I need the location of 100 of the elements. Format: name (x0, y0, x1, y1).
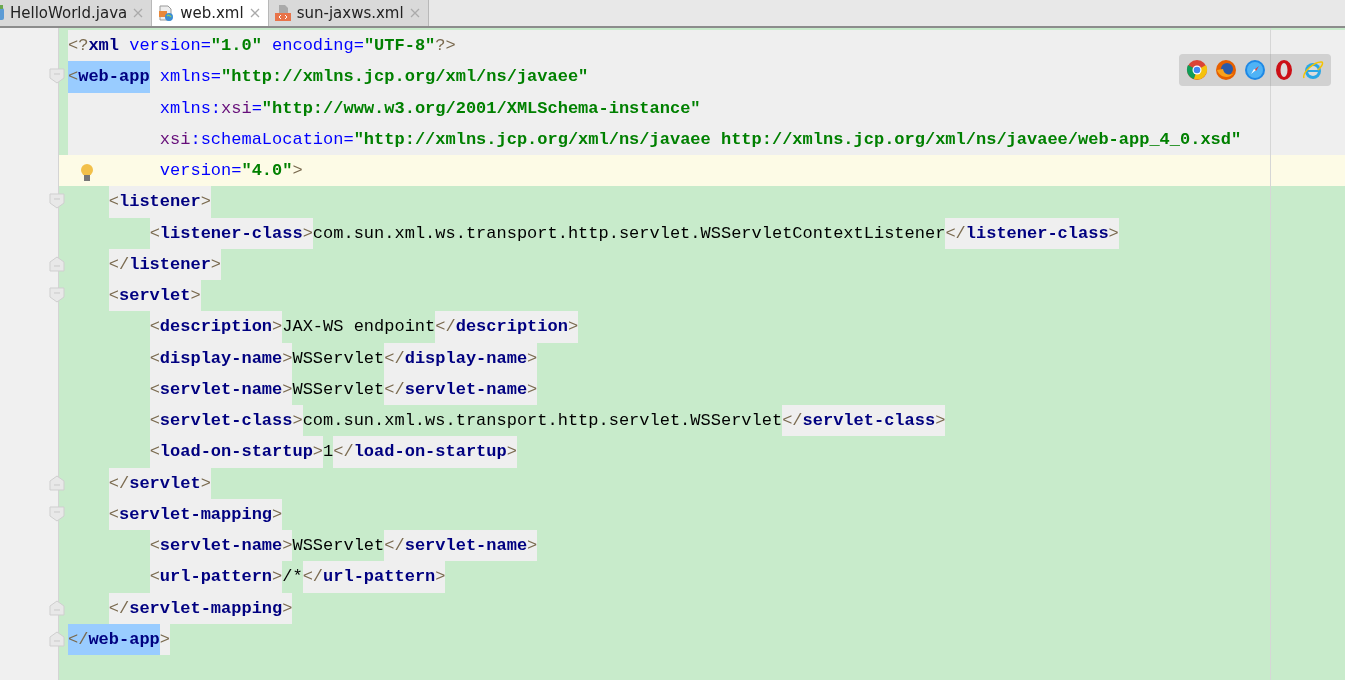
code-punctuation: > (282, 530, 293, 562)
code-punctuation: < (149, 373, 160, 405)
attribute-name: version= (128, 35, 211, 58)
code-punctuation: < (149, 311, 160, 343)
code-punctuation: > (435, 561, 446, 593)
attribute-value: "4.0" (241, 160, 293, 183)
element-text: WSServlet (292, 535, 385, 558)
tag-name: xml (88, 35, 119, 58)
code-punctuation: > (312, 436, 324, 468)
code-punctuation: > (282, 592, 293, 624)
fold-marker[interactable] (49, 68, 65, 85)
tag-name: load-on-startup (159, 436, 313, 468)
tag-name: servlet-name (404, 530, 528, 562)
tag-name: servlet-name (159, 530, 283, 562)
lightbulb-icon[interactable] (80, 163, 94, 183)
element-text: com.sun.xml.ws.transport.http.servlet.WSServletContextListener (312, 222, 946, 245)
attribute-name: xmlns: (159, 97, 222, 120)
attribute-value: "1.0" (210, 35, 262, 58)
tag-name: servlet (119, 280, 191, 312)
element-text: WSServlet (292, 378, 385, 401)
code-punctuation: > (210, 248, 222, 280)
code-punctuation: > (282, 373, 293, 405)
code-punctuation: < (68, 61, 79, 93)
tag-name: servlet-name (159, 373, 283, 405)
code-punctuation: </ (782, 405, 803, 437)
tag-name: listener-class (159, 217, 303, 249)
element-text: com.sun.xml.ws.transport.http.servlet.WSServlet (302, 410, 783, 433)
code-punctuation: > (935, 405, 946, 437)
browser-icon[interactable] (1301, 59, 1324, 81)
fold-marker[interactable] (49, 505, 65, 522)
tag-name: servlet (129, 467, 201, 499)
attribute-value: "UTF-8" (363, 35, 436, 58)
code-punctuation: > (506, 436, 517, 468)
tag-name: description (159, 311, 273, 343)
code-punctuation: </ (108, 467, 130, 499)
tag-name: web-app (88, 623, 160, 655)
attribute-value: "http://xmlns.jcp.org/xml/ns/javaee" (221, 66, 589, 89)
fold-marker[interactable] (49, 599, 65, 616)
file-code-icon (274, 5, 291, 21)
close-icon[interactable] (249, 8, 260, 18)
attribute-name: encoding= (271, 35, 364, 58)
code-punctuation: > (159, 623, 171, 655)
tag-name: servlet-mapping (119, 498, 273, 530)
close-icon[interactable] (133, 8, 144, 18)
code-punctuation: < (108, 498, 119, 530)
code-punctuation: < (149, 342, 160, 374)
tag-name: servlet-name (404, 373, 528, 405)
code-punctuation: < (108, 280, 119, 312)
code-punctuation: > (292, 405, 303, 437)
tag-name: display-name (404, 342, 528, 374)
code-punctuation: </ (302, 561, 324, 593)
editor-tab[interactable]: sun-jaxws.xml (268, 0, 429, 26)
fold-marker[interactable] (49, 255, 65, 272)
fold-marker[interactable] (49, 630, 65, 647)
close-icon[interactable] (409, 8, 420, 18)
tag-name: servlet-mapping (129, 592, 283, 624)
editor-tab[interactable]: HelloWorld.java (0, 0, 153, 26)
code-punctuation: </ (945, 217, 966, 249)
editor-tab[interactable]: web.xml (152, 0, 269, 26)
attribute-name: version= (159, 160, 242, 183)
attribute-name: xmlns= (158, 66, 222, 89)
fold-marker[interactable] (49, 193, 65, 210)
browser-icon[interactable] (1215, 59, 1238, 81)
code-punctuation: < (149, 217, 160, 249)
fold-marker[interactable] (49, 287, 65, 303)
tag-name: url-pattern (159, 561, 273, 593)
code-punctuation: </ (384, 530, 405, 562)
code-punctuation: > (302, 217, 313, 249)
namespace-prefix: xsi (221, 97, 252, 120)
tag-name: listener (129, 248, 211, 280)
code-punctuation: </ (333, 436, 354, 468)
code-punctuation: </ (68, 623, 89, 655)
code-punctuation: > (527, 342, 538, 374)
code-punctuation: < (108, 186, 119, 218)
code-punctuation: </ (384, 373, 405, 405)
code-punctuation: > (527, 373, 538, 405)
code-punctuation: > (272, 311, 283, 343)
code-punctuation: > (272, 498, 283, 530)
fold-marker[interactable] (49, 474, 65, 491)
code-punctuation: > (292, 160, 303, 183)
tag-name: servlet-class (802, 405, 936, 437)
tag-name: load-on-startup (353, 436, 507, 468)
attribute-name: = (251, 97, 262, 120)
namespace-prefix: xsi (159, 128, 191, 151)
file-globe-icon (158, 5, 175, 21)
element-text: 1 (323, 441, 334, 464)
code-punctuation: < (149, 530, 160, 562)
browser-icon[interactable] (1186, 59, 1209, 81)
attribute-value: "http://xmlns.jcp.org/xml/ns/javaee http://xmlns.jcp.org/xml/ns/javaee/web-app_4_0.xsd" (353, 128, 1242, 151)
code-punctuation: ?> (435, 35, 456, 58)
code-punctuation: > (200, 467, 211, 499)
code-punctuation: > (190, 280, 201, 312)
attribute-name: :schemaLocation= (190, 128, 354, 151)
compass-icon[interactable] (1244, 59, 1266, 81)
code-punctuation: < (149, 436, 160, 468)
code-punctuation: > (282, 342, 293, 374)
code-punctuation: < (149, 405, 160, 437)
element-text: WSServlet (292, 347, 385, 370)
code-punctuation: > (527, 530, 538, 562)
code-punctuation: > (567, 311, 579, 343)
